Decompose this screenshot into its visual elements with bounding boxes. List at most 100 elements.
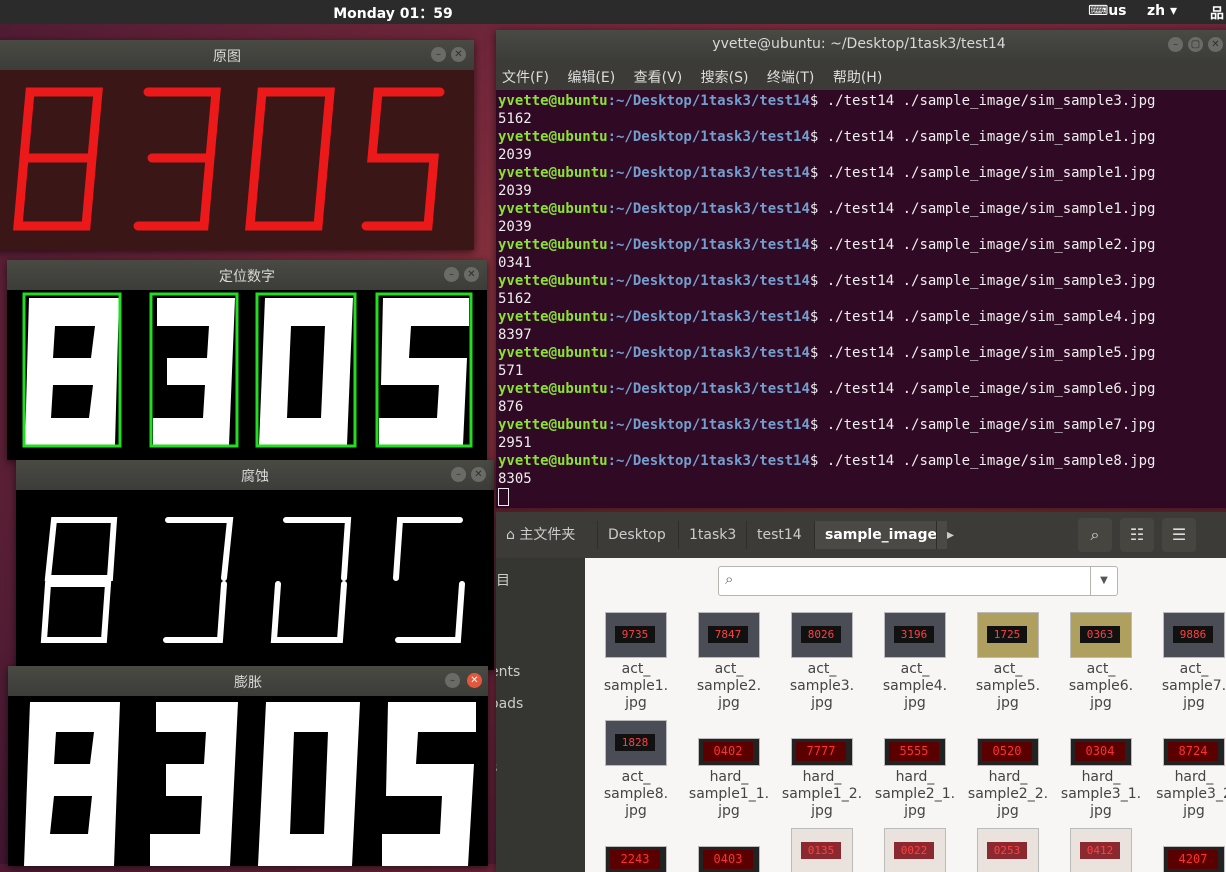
network-icon[interactable]: 品 [1210, 3, 1224, 23]
clock[interactable]: Monday 01：59 [0, 3, 786, 23]
command-text: ./test14 ./sample_image/sim_sample5.jpg [826, 345, 1156, 361]
minimize-icon[interactable]: – [444, 267, 459, 282]
terminal-result-line: 2951 [498, 435, 532, 451]
terminal-output[interactable]: yvette@ubuntu :~/Desktop/1task3/test14 $ .… [498, 92, 1226, 508]
file-name-line: act_ [1086, 661, 1116, 677]
file-item[interactable]: 0520 hard_ sample2_2. jpg [963, 720, 1053, 820]
prompt-path: :~/Desktop/1task3/test14 [607, 129, 810, 145]
file-item[interactable]: 3196 act_ sample4. jpg [870, 612, 960, 712]
locate-image [7, 290, 487, 460]
keyboard-indicator[interactable]: ⌨us [1088, 3, 1127, 19]
file-item[interactable]: 4207 [1149, 828, 1226, 872]
search-field[interactable]: ⌕ ▼ [718, 566, 1118, 596]
close-icon[interactable]: ✕ [471, 467, 486, 482]
file-name-line: sample3. [789, 678, 855, 694]
menu-search[interactable]: 搜索(S) [701, 67, 749, 87]
original-digits [0, 70, 474, 250]
minimize-icon[interactable]: – [445, 673, 460, 688]
terminal-command-line: yvette@ubuntu:~/Desktop/1task3/test14$ .… [498, 200, 1226, 218]
file-name-line: jpg [625, 803, 647, 819]
prompt-symbol: $ [809, 165, 819, 181]
file-item[interactable]: 7847 act_ sample2. jpg [684, 612, 774, 712]
menu-file[interactable]: 文件(F) [502, 67, 549, 87]
file-item[interactable]: 1725 act_ sample5. jpg [963, 612, 1053, 712]
file-name-line: act_ [621, 661, 651, 677]
file-item[interactable]: 0304 hard_ sample3_1. jpg [1056, 720, 1146, 820]
close-icon[interactable]: ✕ [451, 47, 466, 62]
breadcrumb-1task3[interactable]: 1task3 [678, 521, 746, 549]
minimize-icon[interactable]: – [1168, 37, 1183, 52]
terminal-command-line: yvette@ubuntu:~/Desktop/1task3/test14$ .… [498, 416, 1226, 434]
file-item[interactable]: 9735 act_ sample1. jpg [591, 612, 681, 712]
file-item[interactable]: 5555 hard_ sample2_1. jpg [870, 720, 960, 820]
terminal-titlebar[interactable]: yvette@ubuntu: ~/Desktop/1task3/test14 –… [496, 30, 1226, 60]
breadcrumb-desktop[interactable]: Desktop [597, 521, 676, 549]
breadcrumb-home[interactable]: ⌂ 主文件夹 [496, 521, 585, 549]
locate-titlebar[interactable]: 定位数字 – ✕ [7, 260, 487, 290]
thumbnail-display: 0402 [703, 742, 753, 761]
file-item[interactable]: 0403 [684, 828, 774, 872]
file-thumbnail: 0412 [1070, 828, 1132, 872]
file-item[interactable]: 0135 [777, 828, 867, 872]
digit-3 [163, 517, 234, 643]
file-item[interactable]: 0412 [1056, 828, 1146, 872]
file-thumbnail: 2243 [605, 846, 667, 872]
file-item[interactable]: 0363 act_ sample6. jpg [1056, 612, 1146, 712]
file-name-line: sample7. [1161, 678, 1226, 694]
view-options-icon[interactable]: ☷ [1120, 518, 1154, 552]
file-thumbnail: 9735 [605, 612, 667, 658]
prompt-user: yvette@ubuntu [498, 201, 608, 217]
sidebar-item-downloads[interactable]: oads [496, 696, 523, 712]
prompt-symbol: $ [809, 417, 819, 433]
menu-view[interactable]: 查看(V) [634, 67, 683, 87]
file-name-line: act_ [621, 769, 651, 785]
dilate-titlebar[interactable]: 膨胀 – ✕ [8, 666, 488, 696]
dilated-digits [24, 702, 476, 866]
maximize-icon[interactable]: ▢ [1188, 37, 1203, 52]
thumbnail-display: 9886 [1173, 626, 1213, 643]
prompt-path: :~/Desktop/1task3/test14 [607, 345, 810, 361]
breadcrumb-forward-icon[interactable]: ▸ [936, 521, 964, 549]
sidebar-item-recent-partial[interactable]: 目 [496, 570, 510, 590]
file-item[interactable]: 2243 [591, 828, 681, 872]
breadcrumb-test14[interactable]: test14 [746, 521, 812, 549]
erode-titlebar[interactable]: 腐蚀 – ✕ [16, 460, 494, 490]
file-name-line: jpg [904, 695, 926, 711]
menu-icon[interactable]: ☰ [1162, 518, 1196, 552]
menu-edit[interactable]: 编辑(E) [567, 67, 615, 87]
file-item[interactable]: 9886 act_ sample7. jpg [1149, 612, 1226, 712]
breadcrumb-sample-image[interactable]: sample_image [814, 521, 948, 549]
close-icon[interactable]: ✕ [1208, 37, 1223, 52]
digit-3 [150, 702, 238, 866]
close-icon[interactable]: ✕ [467, 673, 482, 688]
file-name-line: sample5. [975, 678, 1041, 694]
language-indicator[interactable]: zh ▾ [1147, 3, 1177, 19]
sidebar-item-videos[interactable]: s [496, 760, 497, 776]
sidebar-item-documents[interactable]: ents [496, 664, 520, 680]
close-icon[interactable]: ✕ [464, 267, 479, 282]
file-item[interactable]: 8026 act_ sample3. jpg [777, 612, 867, 712]
file-item[interactable]: 0253 [963, 828, 1053, 872]
minimize-icon[interactable]: – [451, 467, 466, 482]
file-item[interactable]: 8724 hard_ sample3_2 jpg [1149, 720, 1226, 820]
file-item[interactable]: 7777 hard_ sample1_2. jpg [777, 720, 867, 820]
file-item[interactable]: 1828 act_ sample8. jpg [591, 720, 681, 820]
search-icon[interactable]: ⌕ [1078, 518, 1112, 552]
menu-help[interactable]: 帮助(H) [833, 67, 882, 87]
file-item[interactable]: 0022 [870, 828, 960, 872]
menu-terminal[interactable]: 终端(T) [767, 67, 814, 87]
digit-5 [379, 298, 469, 445]
file-thumbnail: 1725 [977, 612, 1039, 658]
erode-image [16, 490, 494, 670]
file-thumbnail: 9886 [1163, 612, 1225, 658]
search-dropdown-icon[interactable]: ▼ [1090, 567, 1117, 595]
terminal-cursor-line[interactable] [498, 488, 1226, 506]
original-titlebar[interactable]: 原图 – ✕ [0, 40, 474, 70]
terminal-command-line: yvette@ubuntu:~/Desktop/1task3/test14$ .… [498, 164, 1226, 182]
terminal-command-line: yvette@ubuntu:~/Desktop/1task3/test14$ .… [498, 272, 1226, 290]
prompt-symbol: $ [809, 273, 819, 289]
located-digits [22, 292, 473, 448]
minimize-icon[interactable]: – [431, 47, 446, 62]
file-name-line: jpg [718, 695, 740, 711]
file-item[interactable]: 0402 hard_ sample1_1. jpg [684, 720, 774, 820]
